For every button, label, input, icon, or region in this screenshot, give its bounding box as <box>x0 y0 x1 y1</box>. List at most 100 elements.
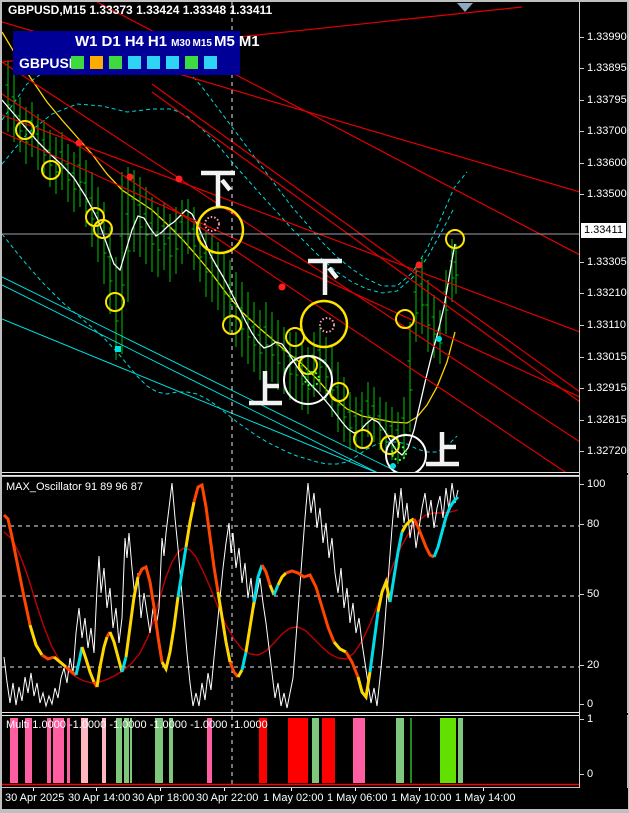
status-square-2[interactable] <box>109 56 122 69</box>
multi-title: Multi 1.0000 -1.0000 -1.0000 -1.0000 -1.… <box>6 719 268 731</box>
chart-window-frame: GBPUSD,M15 1.33373 1.33424 1.33348 1.334… <box>0 0 629 813</box>
price-tick-label: 1.33895 <box>587 62 627 74</box>
cyan-dot-marker <box>390 463 396 469</box>
timeframe-button-h4[interactable]: H4 <box>125 33 144 50</box>
timeframe-button-d1[interactable]: D1 <box>102 33 121 50</box>
chart-shift-icon[interactable] <box>457 3 473 12</box>
timeframe-labels-row: W1 D1 H4 H1 M30 M15 M5 M1 <box>75 33 264 50</box>
price-tick-label: 1.33210 <box>587 287 627 299</box>
scale-tick <box>580 451 584 452</box>
red-trendline-dot[interactable] <box>415 261 423 269</box>
scale-tick <box>580 420 584 421</box>
red-trendline-dot[interactable] <box>75 139 83 147</box>
scale-tick <box>580 262 584 263</box>
oscillator-panel[interactable] <box>2 477 579 712</box>
price-tick-label: 1.32720 <box>587 445 627 457</box>
timeframe-status-squares <box>71 56 217 69</box>
scale-tick <box>580 163 584 164</box>
red-trendline-dot[interactable] <box>175 175 183 183</box>
time-tick <box>96 788 97 791</box>
time-tick <box>355 788 356 791</box>
status-square-4[interactable] <box>147 56 160 69</box>
oscillator-scale-label: 50 <box>587 588 600 600</box>
status-square-3[interactable] <box>128 56 141 69</box>
scale-tick <box>580 594 584 595</box>
time-axis-label: 1 May 02:00 <box>263 792 324 804</box>
timeframe-button-m1[interactable]: M1 <box>239 33 260 50</box>
multi-signal-bar <box>440 718 456 783</box>
scale-tick <box>580 665 584 666</box>
scale-tick <box>580 325 584 326</box>
signal-circle-small[interactable] <box>380 435 400 455</box>
time-axis-label: 1 May 14:00 <box>455 792 516 804</box>
status-square-1[interactable] <box>90 56 103 69</box>
red-trendline-dot[interactable] <box>126 173 134 181</box>
price-tick-label: 1.33990 <box>587 31 627 43</box>
time-axis-label: 30 Apr 14:00 <box>68 792 131 804</box>
status-square-7[interactable] <box>204 56 217 69</box>
cyan-square-handle[interactable] <box>115 346 121 352</box>
scale-tick <box>580 484 584 485</box>
cyan-dot-marker <box>436 336 442 342</box>
cjk-up-marker <box>249 371 282 406</box>
timeframe-button-w1[interactable]: W1 <box>75 33 98 50</box>
scale-tick <box>580 293 584 294</box>
multi-scale-label: 0 <box>587 768 594 780</box>
timeframe-button-m15[interactable]: M15 <box>193 38 212 49</box>
oscillator-max-line <box>2 482 460 701</box>
cjk-down-marker <box>201 170 235 207</box>
current-price-badge: 1.33411 <box>581 223 626 238</box>
oscillator-scale-label: 0 <box>587 698 594 710</box>
price-tick-label: 1.33500 <box>587 188 627 200</box>
time-tick <box>160 788 161 791</box>
status-square-0[interactable] <box>71 56 84 69</box>
signal-circle-small[interactable] <box>105 292 125 312</box>
white-ma-line <box>2 99 456 456</box>
time-axis-label: 30 Apr 22:00 <box>196 792 259 804</box>
panel-separator[interactable] <box>2 472 628 476</box>
time-axis-label: 30 Apr 18:00 <box>132 792 195 804</box>
time-tick <box>419 788 420 791</box>
scale-tick <box>580 37 584 38</box>
signal-circle-small[interactable] <box>329 382 349 402</box>
price-tick-label: 1.33015 <box>587 351 627 363</box>
price-tick-label: 1.33305 <box>587 256 627 268</box>
signal-circle-big[interactable] <box>299 299 349 349</box>
scale-tick <box>580 704 584 705</box>
scale-tick <box>580 357 584 358</box>
oscillator-canvas[interactable] <box>2 477 579 712</box>
time-axis-label: 1 May 10:00 <box>391 792 452 804</box>
time-tick <box>291 788 292 791</box>
price-tick-label: 1.32815 <box>587 414 627 426</box>
multi-signal-bar <box>458 718 463 783</box>
band-line-1 <box>2 103 455 294</box>
multi-signal-bar <box>312 718 319 783</box>
red-trendline-8 <box>151 91 579 403</box>
time-axis[interactable]: 30 Apr 2025 30 Apr 14:00 30 Apr 18:00 30 Ap… <box>2 788 628 809</box>
scale-tick <box>580 131 584 132</box>
signal-circle-small[interactable] <box>353 429 373 449</box>
signal-circle-small[interactable] <box>41 160 61 180</box>
chart-title-ohlc: GBPUSD,M15 1.33373 1.33424 1.33348 1.334… <box>8 3 273 17</box>
multi-signal-bar <box>396 718 404 783</box>
oscillator-scale-label: 80 <box>587 518 600 530</box>
scale-tick <box>580 68 584 69</box>
price-tick-label: 1.33600 <box>587 157 627 169</box>
time-axis-label: 30 Apr 2025 <box>5 792 65 804</box>
multi-signal-bar <box>288 718 308 783</box>
multi-signal-bar <box>410 718 412 783</box>
time-axis-label: 1 May 06:00 <box>327 792 388 804</box>
time-tick <box>483 788 484 791</box>
scale-tick <box>580 194 584 195</box>
multi-signal-bar <box>322 718 335 783</box>
timeframe-dashboard-panel[interactable]: W1 D1 H4 H1 M30 M15 M5 M1 GBPUSD <box>13 31 260 75</box>
timeframe-button-m30[interactable]: M30 <box>171 38 190 49</box>
status-square-5[interactable] <box>166 56 179 69</box>
red-trendline-dot[interactable] <box>278 283 286 291</box>
symbol-label: GBPUSD <box>19 55 79 71</box>
timeframe-button-h1[interactable]: H1 <box>148 33 167 50</box>
scale-tick <box>580 100 584 101</box>
timeframe-button-m5[interactable]: M5 <box>214 33 235 50</box>
status-square-6[interactable] <box>185 56 198 69</box>
price-scale-column[interactable]: 1.33990 1.33895 1.33795 1.33700 1.33600 1.335… <box>579 2 627 808</box>
